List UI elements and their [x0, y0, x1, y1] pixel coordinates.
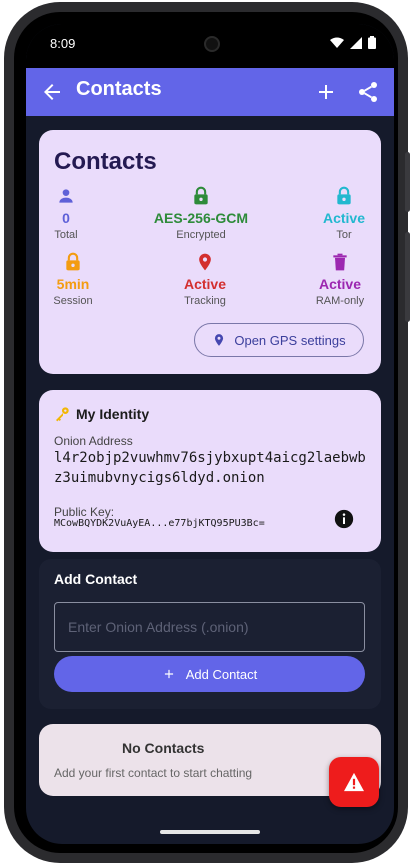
stat-total: 0 Total: [26, 186, 121, 241]
stats-title: Contacts: [54, 148, 157, 175]
public-key-label: Public Key:: [54, 505, 115, 519]
trash-icon: [333, 253, 347, 271]
lock-icon: [66, 252, 80, 271]
onion-address-label: Onion Address: [54, 434, 133, 448]
battery-icon: [368, 36, 376, 49]
onion-address: l4r2objp2vuwhmv76sjybxupt4aicg2laebwbz3u…: [54, 450, 366, 486]
home-indicator[interactable]: [160, 830, 260, 834]
back-arrow-icon[interactable]: [40, 80, 64, 104]
stat-encrypted: AES-256-GCM Encrypted: [146, 186, 256, 241]
public-key: MCowBQYDK2VuAyEA...e77bjKTQ95PU3Bc=: [54, 518, 265, 529]
status-icons: [330, 36, 376, 49]
stat-value: Active: [183, 276, 227, 292]
add-contact-button[interactable]: Add Contact: [54, 656, 365, 692]
stat-value: Active: [318, 276, 362, 292]
plus-icon: [164, 669, 173, 679]
stat-tor: Active Tor: [289, 186, 394, 241]
add-contact-section: Add Contact Add Contact: [39, 559, 381, 709]
status-time: 8:09: [50, 36, 76, 51]
stat-label: Tracking: [184, 295, 226, 307]
app-bar: Contacts: [26, 68, 394, 116]
onion-address-input[interactable]: [54, 602, 365, 652]
panic-button[interactable]: [329, 757, 379, 807]
empty-state-subtitle: Add your first contact to start chatting: [54, 766, 253, 780]
wifi-icon: [330, 37, 344, 48]
camera-cutout: [204, 36, 220, 52]
lock-icon: [337, 186, 351, 205]
identity-title-text: My Identity: [76, 406, 150, 422]
stat-ram-only: Active RAM-only: [285, 252, 394, 307]
empty-state-title: No Contacts: [122, 740, 205, 756]
add-contact-button-label: Add Contact: [185, 666, 258, 682]
location-pin-icon: [199, 253, 211, 271]
open-gps-settings-button[interactable]: Open GPS settings: [194, 323, 364, 357]
stat-label: Total: [54, 229, 78, 241]
lock-icon: [194, 186, 208, 205]
person-icon: [59, 189, 73, 203]
add-contact-title: Add Contact: [54, 571, 138, 587]
stat-tracking: Active Tracking: [150, 252, 260, 307]
add-icon[interactable]: [314, 80, 338, 104]
stat-label: Encrypted: [176, 229, 226, 241]
stat-label: Session: [53, 295, 93, 307]
identity-card: My Identity Onion Address l4r2objp2vuwhm…: [39, 390, 381, 552]
key-icon: [56, 407, 69, 422]
gps-button-label: Open GPS settings: [234, 332, 346, 348]
identity-title: My Identity: [54, 406, 149, 422]
status-bar: 8:09: [26, 24, 394, 68]
signal-icon: [350, 36, 362, 49]
stat-session: 5min Session: [26, 252, 128, 307]
stat-label: Tor: [336, 229, 352, 241]
power-button: [405, 232, 410, 322]
stat-value: Active: [322, 210, 366, 226]
stat-value: 0: [62, 210, 70, 226]
stat-label: RAM-only: [315, 295, 365, 307]
stat-value: 5min: [56, 276, 90, 292]
phone-frame: 8:09 Contacts Contacts 0 Total AES-256-G…: [4, 2, 410, 863]
location-pin-icon: [215, 334, 224, 346]
share-icon[interactable]: [356, 80, 380, 104]
screen: 8:09 Contacts Contacts 0 Total AES-256-G…: [26, 24, 394, 844]
page-title: Contacts: [76, 78, 162, 100]
stats-card: Contacts 0 Total AES-256-GCM Encrypted A…: [39, 130, 381, 374]
volume-button: [405, 152, 410, 212]
stat-value: AES-256-GCM: [153, 210, 249, 226]
info-icon[interactable]: [334, 509, 354, 529]
warning-icon: [344, 772, 364, 792]
